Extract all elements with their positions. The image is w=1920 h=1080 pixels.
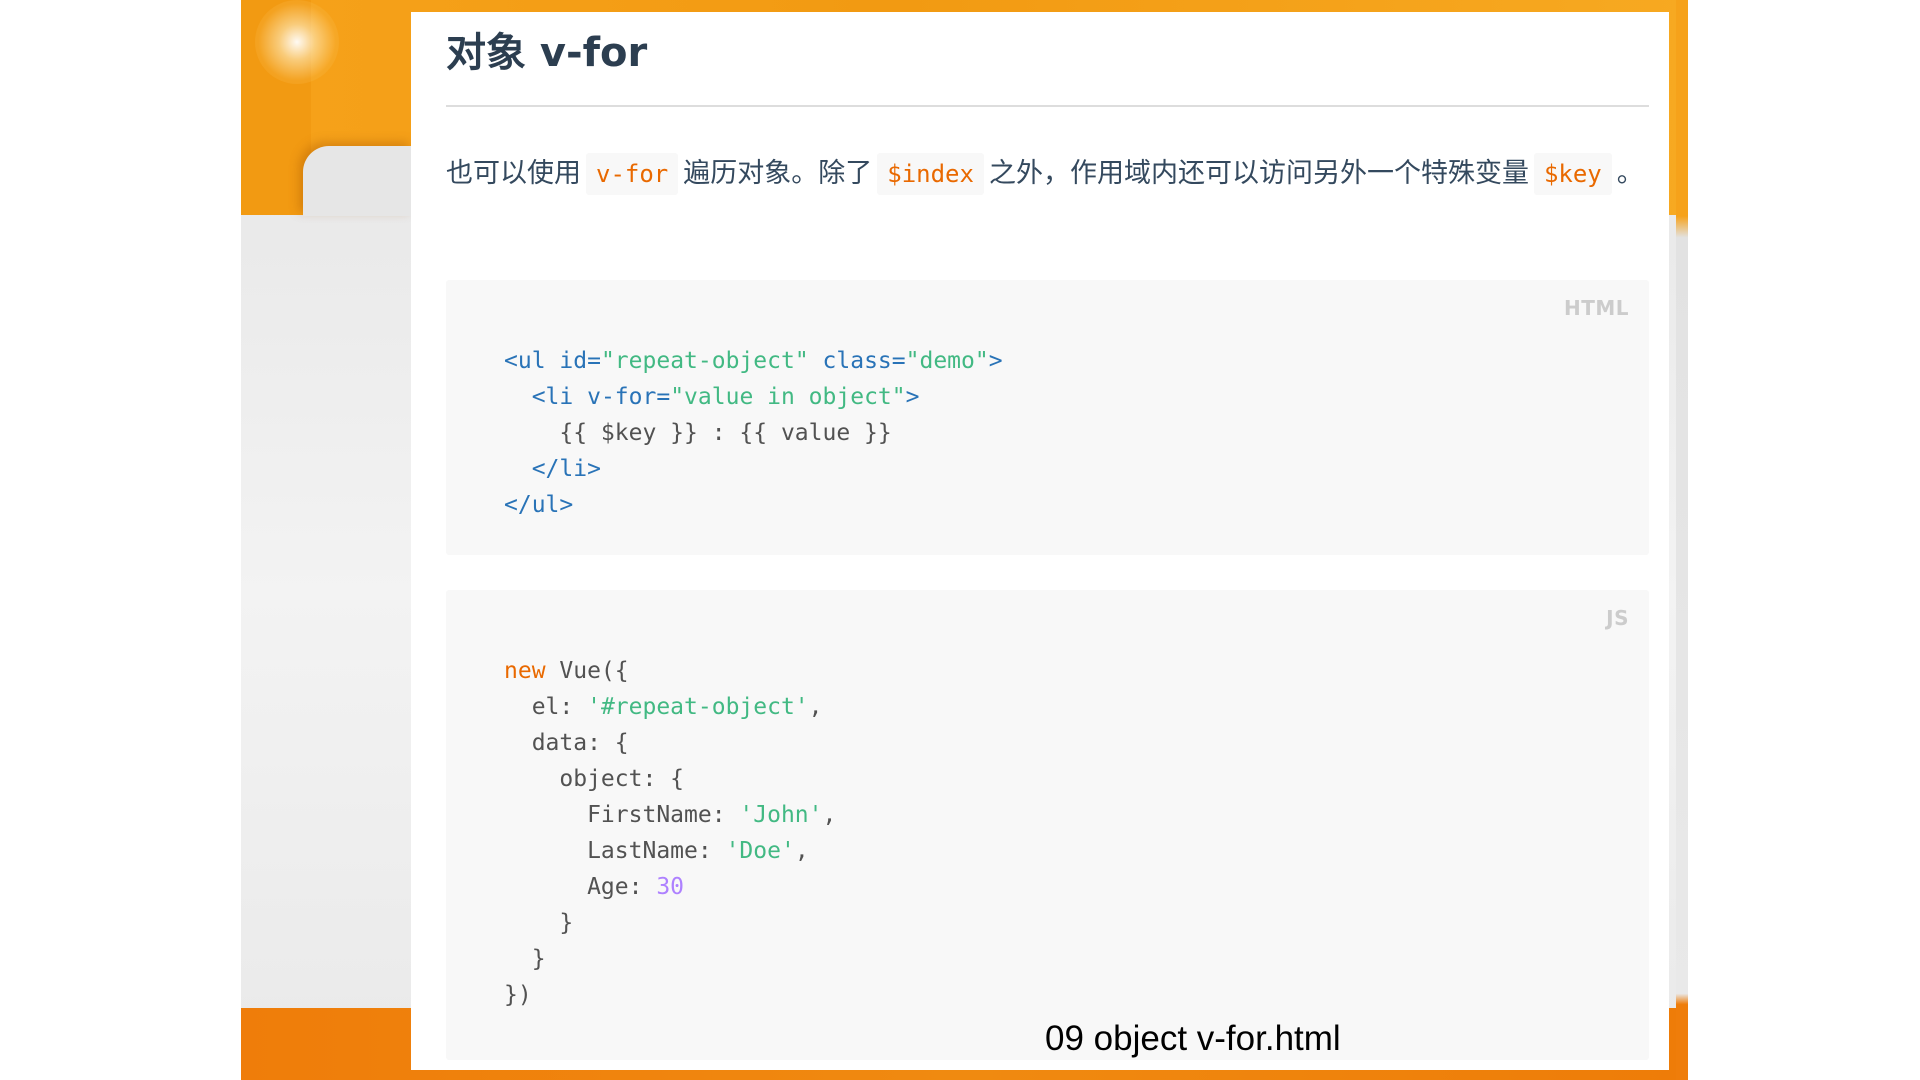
file-caption: 09 object v-for.html (1045, 1019, 1341, 1058)
code-token: {{ $key }} : {{ value }} (504, 420, 892, 446)
code-token: '#repeat-object' (587, 694, 809, 720)
code-line: <li v-for="value in object"> (504, 384, 920, 410)
code-token: </li> (531, 456, 601, 482)
documentation-panel: 对象 v-for 也可以使用 v-for 遍历对象。除了 $index 之外，作用域内还… (411, 12, 1669, 1070)
code-token: Vue({ (545, 658, 629, 684)
code-line: Age: 30 (504, 874, 684, 900)
code-token: el: (504, 694, 588, 720)
code-token: class= (822, 348, 906, 374)
code-token: <ul (504, 348, 546, 374)
code-line: {{ $key }} : {{ value }} (504, 420, 892, 446)
code-token: } (504, 910, 574, 936)
section-heading: 对象 v-for (446, 30, 648, 76)
code-token: 'John' (739, 802, 823, 828)
paragraph-text-3: 之外，作用域内还可以访问另外一个特殊变量 (988, 158, 1529, 189)
code-token: } (504, 946, 546, 972)
code-token: , (794, 838, 809, 864)
js-language-label: JS (1606, 606, 1629, 630)
heading-divider (446, 105, 1649, 107)
code-token: LastName: (504, 838, 726, 864)
inline-code-v-for: v-for (586, 153, 679, 195)
code-token: }) (504, 982, 532, 1008)
inline-code-index: $index (877, 153, 984, 195)
code-token: new (504, 658, 546, 684)
paragraph-text-1: 也可以使用 (446, 158, 581, 189)
js-code-block[interactable]: JS new Vue({ el: '#repeat-object', data:… (446, 590, 1649, 1060)
code-token: </ul> (504, 492, 574, 518)
code-token: object: { (504, 766, 685, 792)
background-curve (303, 146, 413, 216)
code-line: data: { (504, 730, 629, 756)
code-token: 30 (656, 874, 685, 900)
code-line: new Vue({ (504, 658, 629, 684)
code-line: </ul> (504, 492, 573, 518)
code-token: 'Doe' (725, 838, 795, 864)
html-language-label: HTML (1563, 296, 1629, 320)
code-token: Age: (504, 874, 657, 900)
code-token: "demo" (905, 348, 989, 374)
code-line: LastName: 'Doe', (504, 838, 809, 864)
code-line: el: '#repeat-object', (504, 694, 823, 720)
code-line: </li> (504, 456, 601, 482)
description-paragraph: 也可以使用 v-for 遍历对象。除了 $index 之外，作用域内还可以访问另外一个特… (446, 150, 1651, 198)
code-token: FirstName: (504, 802, 740, 828)
code-token: > (988, 348, 1003, 374)
code-token: "value in object" (670, 384, 906, 410)
code-line: <ul id="repeat-object" class="demo"> (504, 348, 1003, 374)
code-token: "repeat-object" (600, 348, 809, 374)
html-code-block[interactable]: HTML <ul id="repeat-object" class="demo"… (446, 280, 1649, 555)
code-line: object: { (504, 766, 684, 792)
code-token: , (822, 802, 837, 828)
code-token: id= (559, 348, 601, 374)
background-right-strip (1676, 0, 1688, 1080)
code-token: > (905, 384, 920, 410)
code-token: v-for= (587, 384, 671, 410)
paragraph-text-2: 遍历对象。除了 (683, 158, 873, 189)
code-line: FirstName: 'John', (504, 802, 836, 828)
js-code[interactable]: new Vue({ el: '#repeat-object', data: { … (504, 653, 836, 1013)
html-code[interactable]: <ul id="repeat-object" class="demo"> <li… (504, 343, 1003, 523)
code-line: }) (504, 982, 532, 1008)
code-token: <li (531, 384, 574, 410)
code-token: data: { (504, 730, 629, 756)
inline-code-key: $key (1533, 153, 1612, 195)
background-glow (255, 0, 339, 84)
code-token: , (808, 694, 823, 720)
paragraph-text-4: 。 (1616, 158, 1644, 189)
code-line: } (504, 946, 546, 972)
code-line: } (504, 910, 573, 936)
